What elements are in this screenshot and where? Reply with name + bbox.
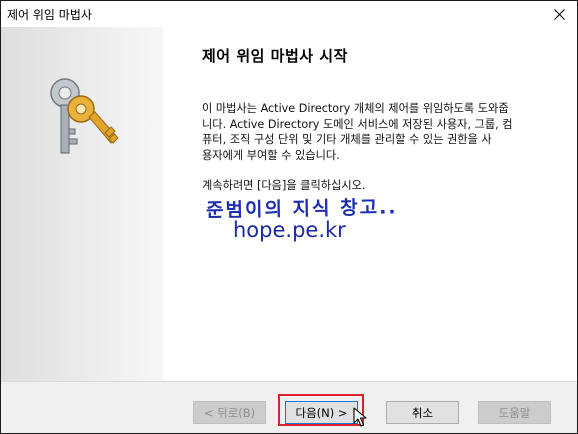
- back-button[interactable]: < 뒤로(B): [193, 401, 266, 424]
- close-button[interactable]: [541, 1, 577, 27]
- window-title: 제어 위임 마법사: [7, 8, 92, 22]
- wizard-description: 이 마법사는 Active Directory 개체의 제어를 위임하도록 도와…: [202, 102, 513, 162]
- title-bar: 제어 위임 마법사: [1, 1, 577, 27]
- wizard-window: 제어 위임 마법사 제어 위임 마법사 시작 이 마법사는 Active Dir…: [0, 0, 578, 434]
- keys-icon: [50, 78, 119, 154]
- wizard-side-panel: [1, 27, 163, 381]
- page-title: 제어 위임 마법사 시작: [202, 47, 348, 65]
- help-button[interactable]: 도움말: [478, 401, 551, 424]
- watermark-url: hope.pe.kr: [233, 218, 346, 242]
- next-button-highlight: [278, 394, 364, 426]
- cancel-button[interactable]: 취소: [386, 401, 459, 424]
- wizard-content: 제어 위임 마법사 시작 이 마법사는 Active Directory 개체의…: [1, 27, 577, 381]
- continue-instruction: 계속하려면 [다음]을 클릭하십시오.: [202, 179, 366, 192]
- mouse-cursor-icon: [353, 407, 367, 427]
- close-icon: [553, 8, 565, 20]
